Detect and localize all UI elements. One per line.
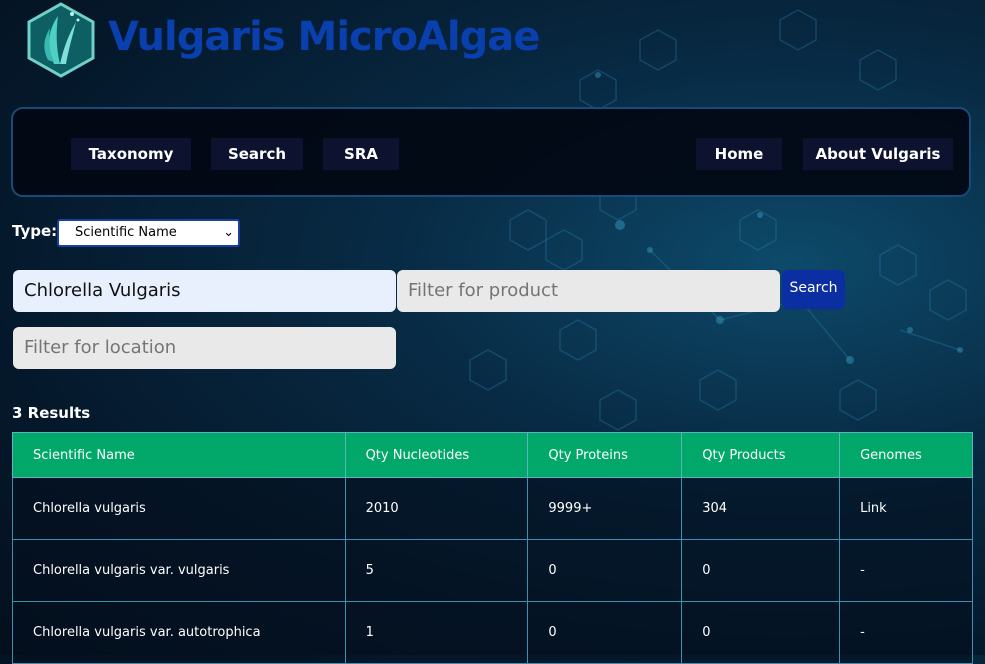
column-header-scientific-name[interactable]: Scientific Name — [12, 432, 346, 478]
nav-search[interactable]: Search — [211, 138, 303, 170]
table-row: Chlorella vulgaris 2010 9999+ 304 Link — [12, 477, 973, 540]
chevron-down-icon: ⌄ — [223, 225, 234, 240]
scientific-name-input[interactable]: Chlorella Vulgaris — [13, 270, 396, 312]
cell-qty-proteins: 0 — [527, 539, 683, 602]
cell-qty-nucleotides[interactable]: 2010 — [344, 477, 529, 540]
type-label: Type: — [12, 222, 58, 240]
site-title: Vulgaris MicroAlgae — [108, 14, 540, 60]
cell-qty-products: 0 — [681, 539, 841, 602]
cell-scientific-name[interactable]: Chlorella vulgaris var. vulgaris — [12, 539, 346, 602]
cell-scientific-name[interactable]: Chlorella vulgaris — [12, 477, 346, 540]
nav-sra[interactable]: SRA — [323, 138, 399, 170]
cell-qty-proteins: 0 — [527, 601, 683, 664]
genome-link[interactable]: Link — [839, 477, 973, 540]
cell-genomes: - — [839, 539, 973, 602]
nav-taxonomy[interactable]: Taxonomy — [71, 138, 191, 170]
nav-about[interactable]: About Vulgaris — [803, 138, 953, 170]
table-row: Chlorella vulgaris var. autotrophica 1 0… — [12, 601, 973, 664]
vulgaris-logo — [27, 2, 95, 78]
type-select-value: Scientific Name — [75, 225, 177, 240]
cell-qty-products[interactable]: 304 — [681, 477, 841, 540]
cell-qty-proteins[interactable]: 9999+ — [527, 477, 683, 540]
type-select[interactable]: Scientific Name ⌄ — [57, 219, 240, 247]
column-header-genomes[interactable]: Genomes — [839, 432, 973, 478]
column-header-qty-products[interactable]: Qty Products — [681, 432, 841, 478]
cell-genomes: - — [839, 601, 973, 664]
search-button[interactable]: Search — [782, 270, 845, 309]
product-filter-input[interactable]: Filter for product — [397, 270, 780, 312]
column-header-qty-nucleotides[interactable]: Qty Nucleotides — [344, 432, 529, 478]
cell-qty-products: 0 — [681, 601, 841, 664]
main-nav: Taxonomy Search SRA Home About Vulgaris — [11, 107, 971, 197]
cell-scientific-name[interactable]: Chlorella vulgaris var. autotrophica — [12, 601, 346, 664]
nav-home[interactable]: Home — [696, 138, 782, 170]
location-filter-input[interactable]: Filter for location — [13, 327, 396, 369]
table-header-row: Scientific Name Qty Nucleotides Qty Prot… — [12, 432, 973, 478]
table-row: Chlorella vulgaris var. vulgaris 5 0 0 - — [12, 539, 973, 602]
results-count: 3 Results — [12, 404, 91, 422]
cell-qty-nucleotides: 1 — [344, 601, 529, 664]
column-header-qty-proteins[interactable]: Qty Proteins — [527, 432, 683, 478]
cell-qty-nucleotides: 5 — [344, 539, 529, 602]
results-table: Scientific Name Qty Nucleotides Qty Prot… — [12, 432, 973, 664]
